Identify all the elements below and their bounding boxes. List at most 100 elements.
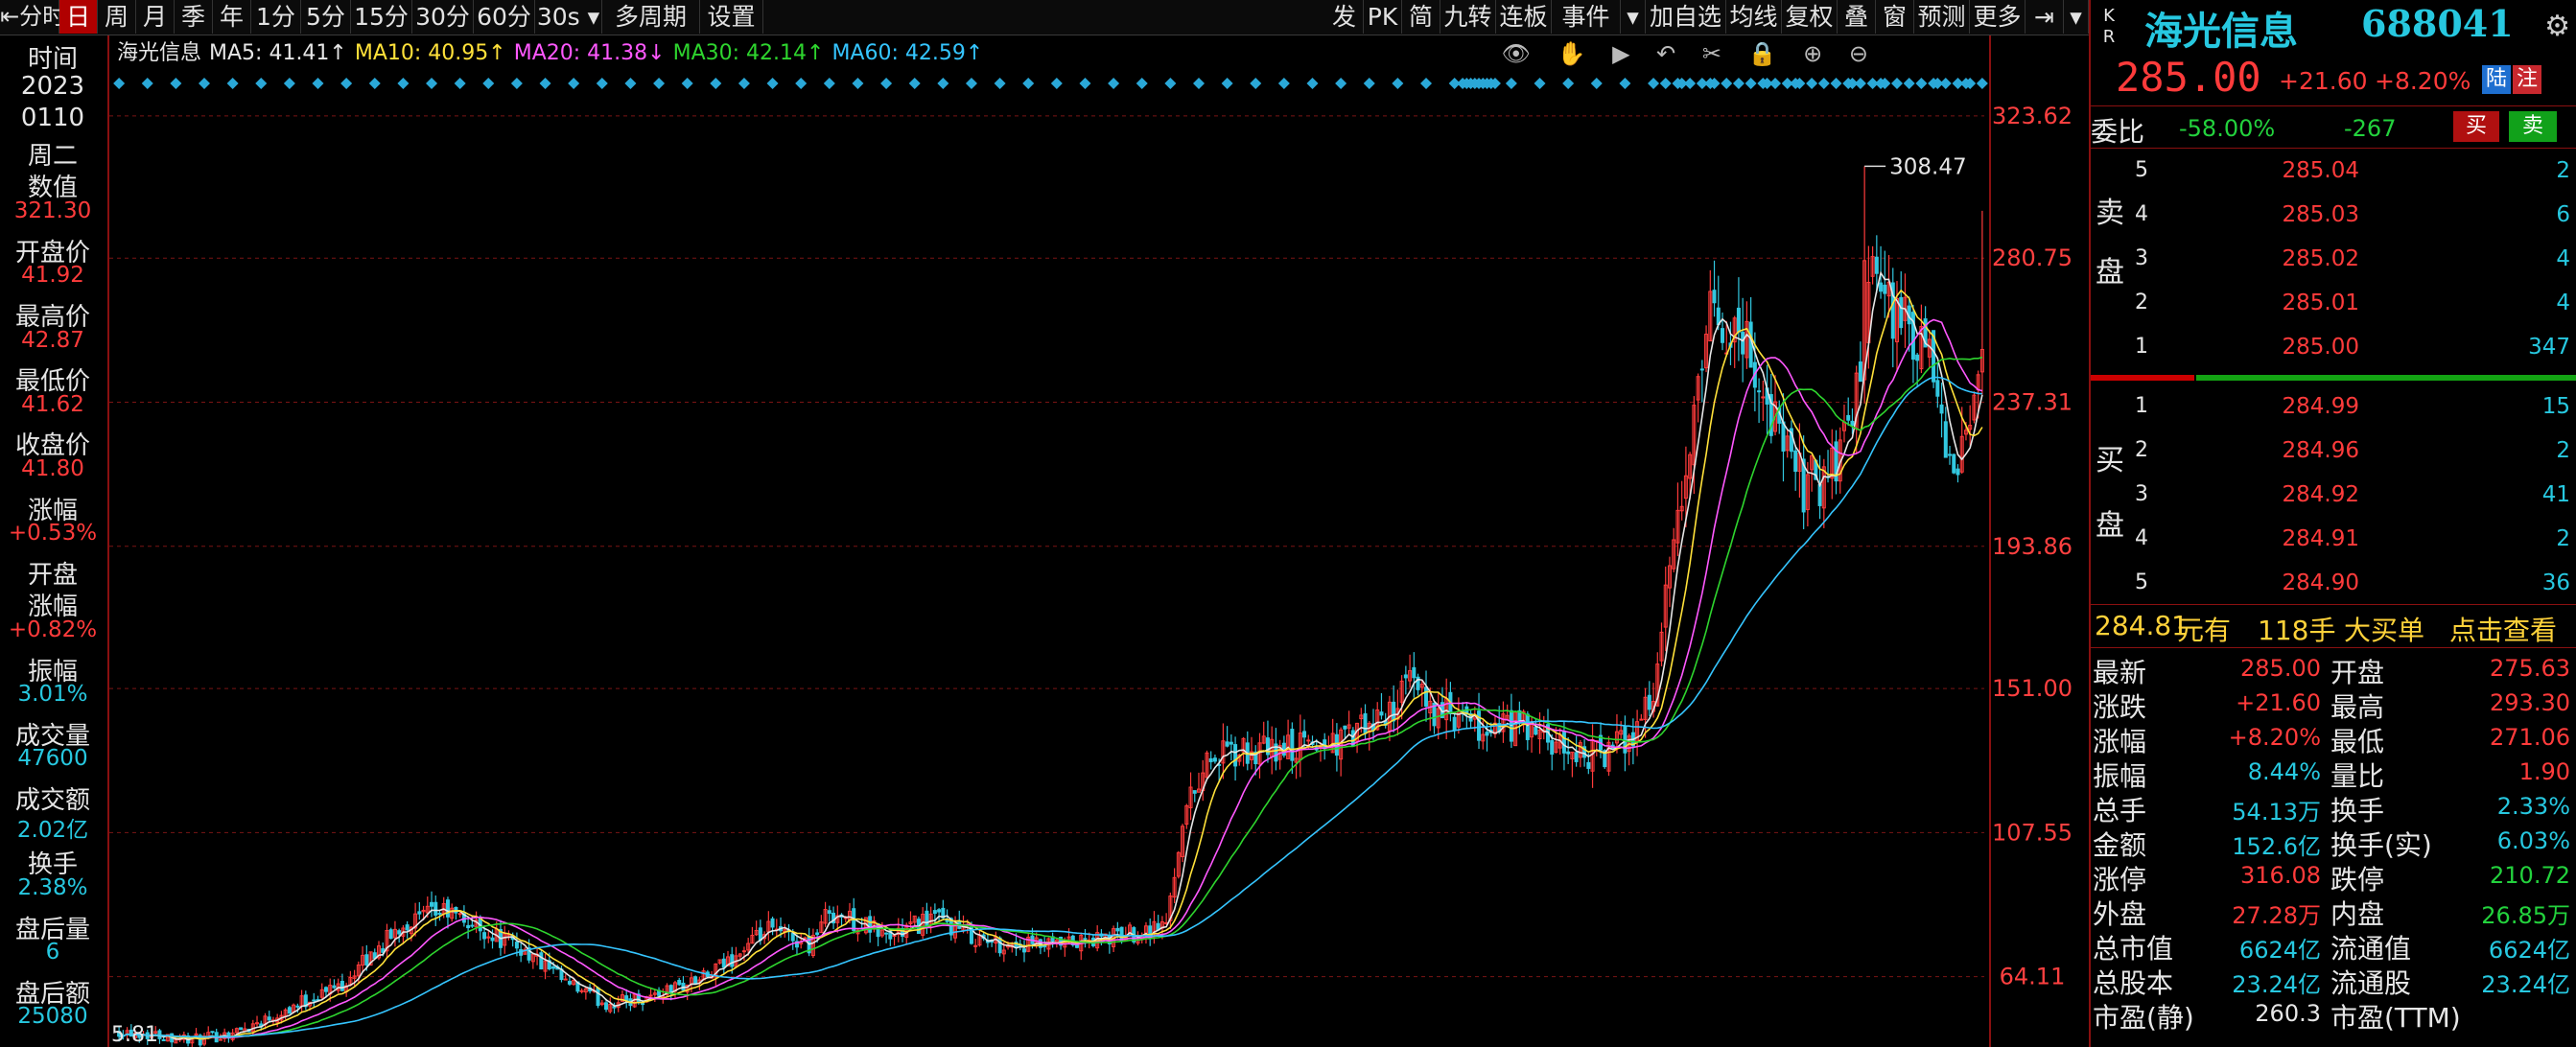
event-marker-diamond[interactable] [1745,78,1757,89]
bid-price[interactable]: 284.96 [2235,438,2359,463]
bid-price[interactable]: 284.91 [2235,526,2359,551]
event-marker-diamond[interactable] [1769,78,1782,89]
tool-button-13[interactable]: 更多 [1970,0,2026,34]
event-marker-diamond[interactable] [1721,78,1733,89]
event-marker-diamond[interactable] [908,78,921,89]
event-marker-diamond[interactable] [738,78,750,89]
ask-price[interactable]: 285.04 [2235,158,2359,183]
tool-button-9[interactable]: 复权 [1782,0,1838,34]
period-tab-11[interactable]: 30s ▾ [535,0,602,34]
period-tab-7[interactable]: 5分 [301,0,351,34]
period-tab-12[interactable]: 多周期 [602,0,700,34]
period-tab-2[interactable]: 周 [98,0,136,34]
event-marker-diamond[interactable] [1890,78,1903,89]
period-tab-6[interactable]: 1分 [251,0,301,34]
event-marker-diamond[interactable] [397,78,410,89]
ask-price[interactable]: 285.00 [2235,335,2359,360]
connect-badge[interactable]: 陆 [2482,65,2511,94]
event-marker-diamond[interactable] [510,78,523,89]
tool-button-11[interactable]: 窗 [1876,0,1914,34]
event-marker-diamond[interactable] [426,78,438,89]
tool-button-3[interactable]: 九转 [1440,0,1496,34]
event-marker-diamond[interactable] [170,78,182,89]
gear-icon[interactable]: ⚙ [2544,10,2570,43]
event-marker-diamond[interactable] [1250,78,1262,89]
tool-button-8[interactable]: 均线 [1726,0,1782,34]
event-marker-diamond[interactable] [1619,78,1631,89]
event-marker-diamond[interactable] [1903,78,1915,89]
event-marker-diamond[interactable] [937,78,949,89]
ask-price[interactable]: 285.01 [2235,291,2359,315]
event-marker-diamond[interactable] [1335,78,1347,89]
event-marker-diamond[interactable] [454,78,466,89]
buy-button[interactable]: 买 [2453,111,2499,142]
tool-button-12[interactable]: 预测 [1914,0,1970,34]
event-marker-diamond[interactable] [1648,78,1660,89]
big-order-link[interactable]: 点击查看 [2449,610,2557,648]
period-tab-4[interactable]: 季 [175,0,213,34]
event-marker-diamond[interactable] [766,78,779,89]
event-marker-diamond[interactable] [710,78,722,89]
tool-button-1[interactable]: PK [1364,0,1402,34]
chart-tools[interactable]: 👁 ✋ ▶ ↶ ✂ 🔒 ⊕ ⊖ [1501,39,1878,68]
event-marker-diamond[interactable] [226,78,239,89]
event-marker-diamond[interactable] [823,78,835,89]
event-marker-diamond[interactable] [1136,78,1148,89]
event-marker-diamond[interactable] [482,78,495,89]
sell-button[interactable]: 卖 [2509,111,2557,142]
kline-chart-svg[interactable]: 323.62 280.75 237.31 193.86 151.00 107.55 64.1… [109,35,2089,1047]
tool-button-15[interactable]: ▾ [2064,0,2089,34]
event-marker-diamond[interactable] [255,78,268,89]
event-marker-diamond[interactable] [1022,78,1035,89]
event-marker-diamond[interactable] [368,78,381,89]
event-marker-diamond[interactable] [1164,78,1177,89]
event-marker-diamond[interactable] [539,78,551,89]
period-tab-10[interactable]: 60分 [474,0,535,34]
tool-button-5[interactable]: 事件 [1552,0,1621,34]
tool-button-2[interactable]: 简 [1402,0,1440,34]
event-marker-diamond[interactable] [1939,78,1952,89]
event-marker-diamond[interactable] [1420,78,1433,89]
event-marker-diamond[interactable] [340,78,353,89]
tool-button-10[interactable]: 叠 [1838,0,1876,34]
event-marker-diamond[interactable] [1050,78,1063,89]
registration-badge[interactable]: 注 [2513,65,2541,94]
event-marker-diamond[interactable] [1732,78,1745,89]
bid-price[interactable]: 284.90 [2235,570,2359,595]
event-marker-diamond[interactable] [1534,78,1546,89]
event-marker-diamond[interactable] [994,78,1006,89]
event-marker-diamond[interactable] [1079,78,1091,89]
ask-price[interactable]: 285.02 [2235,246,2359,271]
event-marker-diamond[interactable] [1363,78,1375,89]
event-marker-diamond[interactable] [1915,78,1928,89]
bid-price[interactable]: 284.92 [2235,482,2359,507]
event-marker-diamond[interactable] [1277,78,1290,89]
event-marker-diamond[interactable] [1830,78,1842,89]
event-marker-diamond[interactable] [1817,78,1830,89]
event-marker-diamond[interactable] [199,78,211,89]
event-marker-diamond[interactable] [1590,78,1603,89]
event-marker-diamond[interactable] [1562,78,1575,89]
event-marker-diamond[interactable] [1854,78,1866,89]
event-marker-diamond[interactable] [624,78,637,89]
bid-price[interactable]: 284.99 [2235,394,2359,419]
kline-chart[interactable]: 323.62 280.75 237.31 193.86 151.00 107.55 64.1… [109,35,2089,1047]
event-marker-diamond[interactable] [1505,78,1517,89]
event-marker-diamond[interactable] [1684,78,1697,89]
period-tab-5[interactable]: 年 [213,0,251,34]
event-marker-diamond[interactable] [795,78,808,89]
period-tab-9[interactable]: 30分 [412,0,474,34]
event-marker-diamond[interactable] [312,78,324,89]
event-marker-diamond[interactable] [681,78,693,89]
event-marker-diamond[interactable] [283,78,295,89]
event-marker-diamond[interactable] [852,78,864,89]
tool-button-4[interactable]: 连板 [1496,0,1552,34]
tool-button-7[interactable]: 加自选 [1646,0,1726,34]
tool-button-0[interactable]: 发 [1325,0,1364,34]
event-marker-diamond[interactable] [1659,78,1672,89]
event-marker-diamond[interactable] [880,78,893,89]
kr-badge[interactable]: K R [2098,6,2119,48]
event-marker-diamond[interactable] [113,78,126,89]
event-marker-diamond[interactable] [1392,78,1404,89]
event-marker-diamond[interactable] [1976,78,1988,89]
